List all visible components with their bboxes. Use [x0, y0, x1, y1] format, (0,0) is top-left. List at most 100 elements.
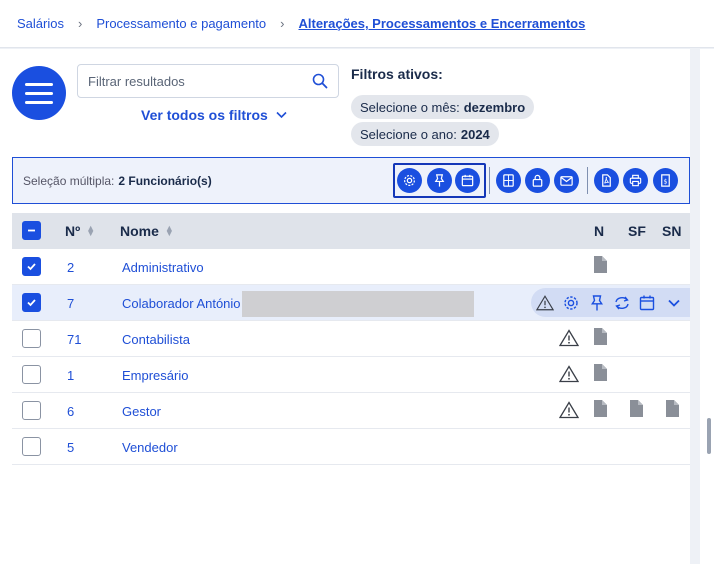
filter-chip-year-value: 2024 — [460, 126, 490, 142]
warning-icon[interactable] — [559, 365, 579, 383]
column-header-name-label: Nome — [120, 223, 159, 239]
row-checkbox[interactable] — [22, 329, 41, 348]
row-name[interactable]: Gestor — [122, 404, 161, 419]
row-name[interactable]: Colaborador António — [122, 296, 241, 311]
document-icon[interactable] — [594, 364, 607, 381]
scrollbar-track[interactable] — [700, 49, 714, 564]
calendar-icon — [461, 174, 474, 187]
row-name[interactable]: Contabilista — [122, 332, 190, 347]
print-icon — [629, 174, 642, 187]
selection-count: 2 Funcionário(s) — [118, 173, 212, 188]
selection-bar: Seleção múltipla: 2 Funcionário(s) — [12, 157, 690, 204]
sort-icon: ▲ ▼ — [164, 223, 174, 238]
row-checkbox[interactable] — [22, 293, 41, 312]
table-row[interactable]: 71 Contabilista — [12, 321, 690, 357]
lock-button[interactable] — [525, 168, 550, 193]
receipt-icon: $ — [661, 174, 670, 187]
toolbar-separator — [587, 167, 588, 194]
pin-button[interactable] — [427, 168, 452, 193]
calendar-button[interactable] — [455, 168, 480, 193]
view-all-filters-link[interactable]: Ver todos os filtros — [141, 107, 287, 123]
row-checkbox[interactable] — [22, 437, 41, 456]
row-checkbox[interactable] — [22, 365, 41, 384]
row-number[interactable]: 7 — [67, 296, 74, 311]
chevron-down-icon[interactable] — [665, 294, 683, 312]
table-empty-area — [12, 465, 690, 564]
table-row[interactable]: 7 Colaborador António — [12, 285, 690, 321]
refresh-icon[interactable] — [613, 294, 631, 312]
lock-icon — [532, 174, 543, 187]
settings-button[interactable] — [397, 168, 422, 193]
selection-label: Seleção múltipla: — [23, 173, 115, 188]
print-button[interactable] — [623, 168, 648, 193]
filter-chip-month-value: dezembro — [463, 99, 526, 115]
column-header-sn: SN — [662, 223, 682, 239]
column-header-num-label: Nº — [65, 223, 81, 239]
table-row[interactable]: 6 Gestor — [12, 393, 690, 429]
gear-icon[interactable] — [562, 294, 580, 312]
mail-icon — [560, 176, 573, 186]
pin-icon[interactable] — [588, 294, 606, 312]
redacted-area — [242, 291, 474, 317]
search-icon[interactable] — [312, 73, 328, 89]
svg-text:$: $ — [663, 177, 667, 185]
warning-icon[interactable] — [559, 329, 579, 347]
pin-icon — [434, 174, 445, 187]
row-number[interactable]: 71 — [67, 332, 81, 347]
breadcrumb-item-alteracoes[interactable]: Alterações, Processamentos e Encerrament… — [298, 16, 585, 31]
table-row[interactable]: 2 Administrativo — [12, 249, 690, 285]
row-number[interactable]: 5 — [67, 440, 74, 455]
table-row[interactable]: 5 Vendedor — [12, 429, 690, 465]
menu-button[interactable] — [12, 66, 66, 120]
column-header-name[interactable]: Nome ▲ ▼ — [120, 223, 174, 239]
calculator-button[interactable] — [496, 168, 521, 193]
check-icon — [27, 299, 36, 307]
row-number[interactable]: 1 — [67, 368, 74, 383]
gear-icon — [404, 175, 415, 186]
row-checkbox[interactable] — [22, 401, 41, 420]
column-header-n: N — [594, 223, 605, 239]
calculator-icon — [503, 174, 514, 187]
chevron-down-icon — [276, 111, 287, 119]
breadcrumb-item-processamento[interactable]: Processamento e pagamento — [96, 16, 266, 31]
sort-icon: ▲ ▼ — [86, 223, 96, 238]
menu-icon — [25, 82, 53, 86]
chevron-right-icon: › — [77, 16, 83, 31]
document-icon[interactable] — [630, 400, 643, 417]
document-icon[interactable] — [666, 400, 679, 417]
row-number[interactable]: 6 — [67, 404, 74, 419]
check-icon — [27, 263, 36, 271]
warning-icon[interactable] — [536, 294, 554, 312]
warning-icon[interactable] — [559, 401, 579, 419]
column-header-sf: SF — [628, 223, 646, 239]
document-icon[interactable] — [594, 256, 607, 273]
filter-chip-year-label: Selecione o ano: — [360, 126, 457, 142]
select-all-checkbox[interactable] — [22, 221, 41, 240]
filter-chip-year[interactable]: Selecione o ano: 2024 — [351, 122, 499, 146]
mail-button[interactable] — [554, 168, 579, 193]
minus-icon — [28, 229, 35, 232]
toolbar-separator — [489, 167, 490, 194]
receipt-button[interactable]: $ — [653, 168, 678, 193]
view-all-filters-label: Ver todos os filtros — [141, 107, 268, 123]
row-name[interactable]: Administrativo — [122, 260, 204, 275]
row-actions — [531, 288, 690, 317]
row-name[interactable]: Empresário — [122, 368, 188, 383]
filter-chip-month[interactable]: Selecione o mês: dezembro — [351, 95, 535, 119]
row-checkbox[interactable] — [22, 257, 41, 276]
filter-chip-month-label: Selecione o mês: — [360, 99, 460, 115]
row-name[interactable]: Vendedor — [122, 440, 178, 455]
breadcrumb-item-salarios[interactable]: Salários — [17, 16, 64, 31]
column-header-num[interactable]: Nº ▲ ▼ — [65, 223, 95, 239]
search-input[interactable] — [88, 73, 312, 89]
scrollbar-thumb[interactable] — [707, 418, 711, 454]
document-icon[interactable] — [594, 328, 607, 345]
document-icon[interactable] — [594, 400, 607, 417]
calendar-icon[interactable] — [638, 294, 656, 312]
active-filters-title: Filtros ativos: — [351, 66, 443, 82]
row-number[interactable]: 2 — [67, 260, 74, 275]
search-box — [77, 64, 339, 98]
table-row[interactable]: 1 Empresário — [12, 357, 690, 393]
pdf-button[interactable] — [594, 168, 619, 193]
chevron-right-icon: › — [280, 16, 285, 31]
